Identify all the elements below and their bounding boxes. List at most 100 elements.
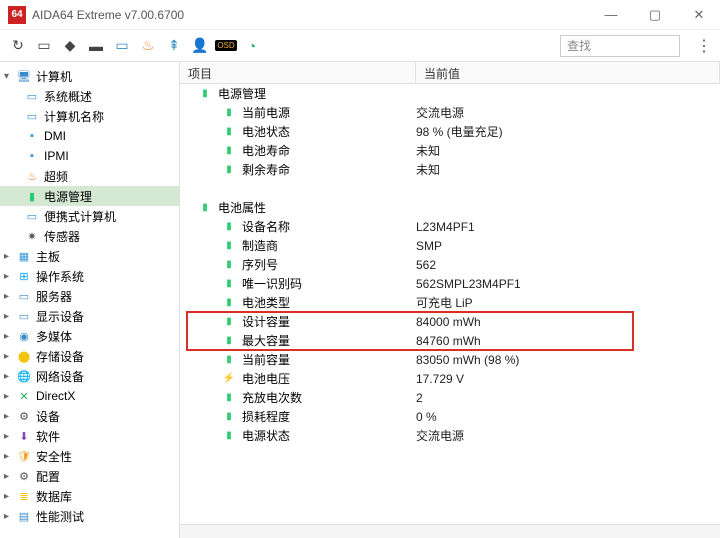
tree-label: 计算机	[36, 68, 72, 85]
row-icon: ▮	[222, 278, 236, 290]
sidebar-tree[interactable]: ▾ 🖥 计算机 ▭系统概述▭计算机名称▪DMI▪IPMI♨超频▮电源管理▭便携式…	[0, 62, 180, 538]
property-row[interactable]: ▮设备名称L23M4PF1	[180, 217, 720, 236]
tree-child-1[interactable]: ▭计算机名称	[0, 106, 179, 126]
tree-node-3[interactable]: ▸▭显示设备	[0, 306, 179, 326]
tree-label: DMI	[44, 129, 66, 143]
property-row[interactable]: ▮当前容量83050 mWh (98 %)	[180, 350, 720, 369]
property-row[interactable]: ▮电源状态交流电源	[180, 426, 720, 445]
property-row[interactable]: ▮电池寿命未知	[180, 141, 720, 160]
minimize-button[interactable]: —	[598, 7, 624, 23]
caret-right-icon: ▸	[4, 251, 16, 262]
row-icon: ▮	[222, 316, 236, 328]
tree-label: 软件	[36, 428, 60, 445]
tree-node-10[interactable]: ▸🛡安全性	[0, 446, 179, 466]
tree-label: IPMI	[44, 149, 69, 163]
col-value[interactable]: 当前值	[416, 62, 720, 83]
content-pane: 项目 当前值 ▮电源管理▮当前电源交流电源▮电池状态98 % (电量充足)▮电池…	[180, 62, 720, 538]
property-row[interactable]: ▮剩余寿命未知	[180, 160, 720, 179]
node-icon: ✕	[16, 389, 32, 403]
node-icon: ♨	[24, 169, 40, 183]
tree-child-3[interactable]: ▪ IPMI	[0, 146, 179, 166]
property-key: 充放电次数	[242, 389, 302, 406]
tree-child-4[interactable]: ♨超频	[0, 166, 179, 186]
tree-node-13[interactable]: ▸▤性能测试	[0, 506, 179, 526]
sensor-icon[interactable]: ◔	[242, 36, 262, 56]
property-value: 98 % (电量充足)	[416, 123, 720, 140]
close-button[interactable]: ✕	[686, 7, 712, 23]
titlebar: 64 AIDA64 Extreme v7.00.6700 — ▢ ✕	[0, 0, 720, 30]
property-key: 当前容量	[242, 351, 290, 368]
tree-node-1[interactable]: ▸⊞操作系统	[0, 266, 179, 286]
row-icon: ▮	[222, 411, 236, 423]
node-icon: ▭	[16, 289, 32, 303]
col-item[interactable]: 项目	[180, 62, 416, 83]
tree-node-9[interactable]: ▸⬇软件	[0, 426, 179, 446]
tree-node-11[interactable]: ▸⚙配置	[0, 466, 179, 486]
flame-icon[interactable]: ♨	[138, 36, 158, 56]
property-row[interactable]: ▮电池状态98 % (电量充足)	[180, 122, 720, 141]
tree-child-0[interactable]: ▭系统概述	[0, 86, 179, 106]
disk-icon[interactable]: ◆	[60, 36, 80, 56]
osd-icon[interactable]: OSD	[216, 36, 236, 56]
computer-icon: 🖥	[16, 69, 32, 83]
node-icon: ▭	[24, 209, 40, 223]
property-row[interactable]: ▮最大容量84760 mWh	[180, 331, 720, 350]
property-value: SMP	[416, 239, 720, 253]
search-input[interactable]: 查找	[560, 35, 680, 57]
property-row[interactable]: ▮充放电次数2	[180, 388, 720, 407]
property-key: 剩余寿命	[242, 161, 290, 178]
tree-computer[interactable]: ▾ 🖥 计算机	[0, 66, 179, 86]
report-icon[interactable]: ▭	[34, 36, 54, 56]
tree-child-7[interactable]: ✷传感器	[0, 226, 179, 246]
window-controls: — ▢ ✕	[598, 7, 712, 23]
section-title: 电池属性	[218, 199, 266, 216]
maximize-button[interactable]: ▢	[642, 7, 668, 23]
node-icon: ▦	[16, 249, 32, 263]
row-icon: ▮	[222, 126, 236, 138]
property-row[interactable]: ▮电池类型可充电 LiP	[180, 293, 720, 312]
tree-child-6[interactable]: ▭便携式计算机	[0, 206, 179, 226]
horizontal-scrollbar[interactable]	[180, 524, 720, 538]
benchmark-icon[interactable]: ⇞	[164, 36, 184, 56]
tree-child-2[interactable]: ▪DMI	[0, 126, 179, 146]
node-icon: ✷	[24, 229, 40, 243]
property-row[interactable]: ▮损耗程度0 %	[180, 407, 720, 426]
property-row[interactable]: ▮当前电源交流电源	[180, 103, 720, 122]
caret-right-icon: ▸	[4, 411, 16, 422]
node-icon: ▮	[24, 189, 40, 203]
tree-child-5[interactable]: ▮ 电源管理	[0, 186, 179, 206]
ram-icon[interactable]: ▬	[86, 36, 106, 56]
tree-node-4[interactable]: ▸◉多媒体	[0, 326, 179, 346]
property-value: 交流电源	[416, 427, 720, 444]
tree-label: 计算机名称	[44, 108, 104, 125]
app-icon: 64	[8, 6, 26, 24]
tree-label: 多媒体	[36, 328, 72, 345]
tree-label: 电源管理	[44, 188, 92, 205]
more-menu-icon[interactable]: ⋮	[696, 36, 712, 56]
tree-node-12[interactable]: ▸≣数据库	[0, 486, 179, 506]
tree-node-7[interactable]: ▸✕DirectX	[0, 386, 179, 406]
property-row[interactable]: ▮制造商SMP	[180, 236, 720, 255]
user-icon[interactable]: 👤	[190, 36, 210, 56]
caret-right-icon: ▸	[4, 311, 16, 322]
property-list[interactable]: ▮电源管理▮当前电源交流电源▮电池状态98 % (电量充足)▮电池寿命未知▮剩余…	[180, 84, 720, 524]
tree-node-8[interactable]: ▸⚙设备	[0, 406, 179, 426]
tree-node-2[interactable]: ▸▭服务器	[0, 286, 179, 306]
property-row[interactable]: ▮唯一识别码562SMPL23M4PF1	[180, 274, 720, 293]
property-row[interactable]: ▮设计容量84000 mWh	[180, 312, 720, 331]
row-icon: ▮	[222, 145, 236, 157]
tree-node-6[interactable]: ▸🌐网络设备	[0, 366, 179, 386]
tree-node-5[interactable]: ▸⬤存储设备	[0, 346, 179, 366]
node-icon: ◉	[16, 329, 32, 343]
node-icon: ▪	[24, 149, 40, 163]
tree-label: 设备	[36, 408, 60, 425]
row-icon: ▮	[222, 221, 236, 233]
monitor-icon[interactable]: ▭	[112, 36, 132, 56]
tree-node-0[interactable]: ▸▦主板	[0, 246, 179, 266]
refresh-icon[interactable]: ↻	[8, 36, 28, 56]
tree-label: 数据库	[36, 488, 72, 505]
tree-label: 显示设备	[36, 308, 84, 325]
property-row[interactable]: ▮序列号562	[180, 255, 720, 274]
property-row[interactable]: ⚡电池电压17.729 V	[180, 369, 720, 388]
property-key: 电源状态	[242, 427, 290, 444]
